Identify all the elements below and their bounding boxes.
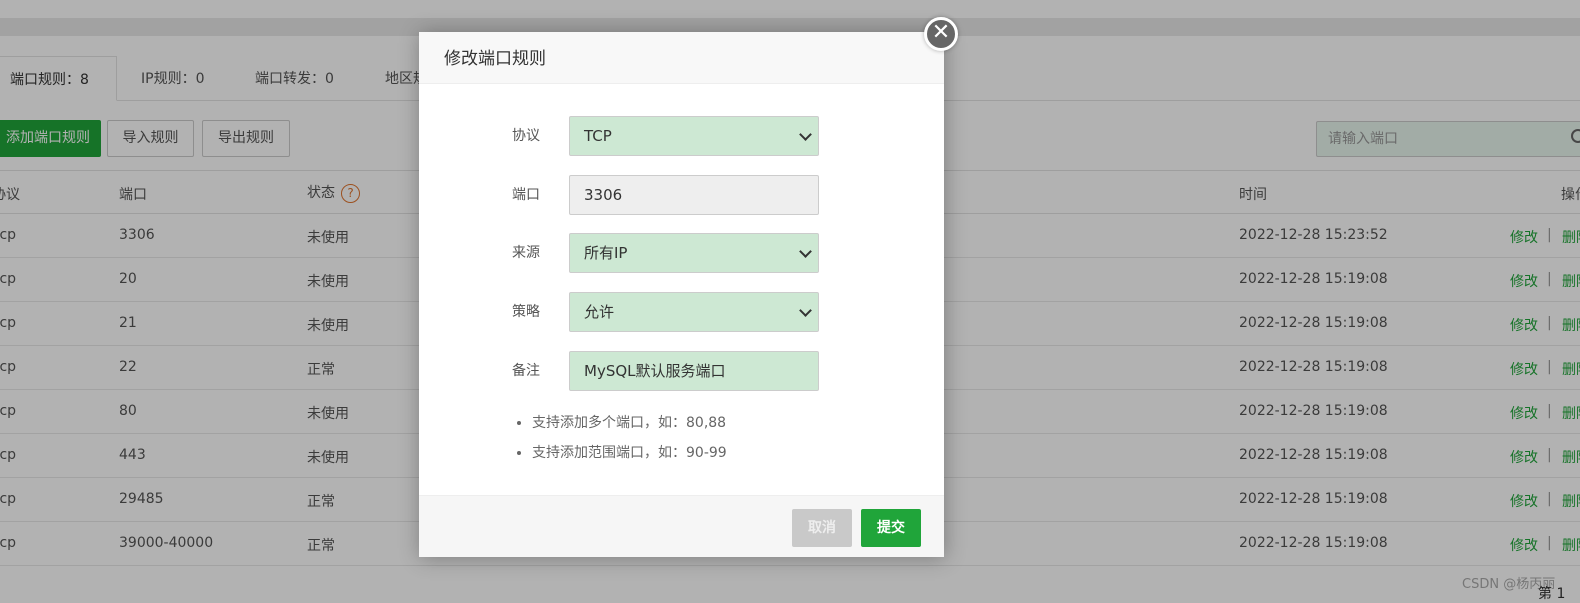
port-label: 端口 xyxy=(512,187,540,203)
tip-item: 支持添加多个端口，如：80,88 xyxy=(532,410,727,440)
note-row: 备注 MySQL默认服务端口 xyxy=(419,351,944,391)
edit-port-rule-dialog: 修改端口规则 协议 TCP 端口 3306 来源 所有IP 策略 允许 备注 M… xyxy=(419,32,944,557)
source-row: 来源 所有IP xyxy=(419,233,944,273)
protocol-value: TCP xyxy=(584,127,612,145)
note-input[interactable]: MySQL默认服务端口 xyxy=(569,351,819,391)
source-label: 来源 xyxy=(512,245,540,261)
protocol-label: 协议 xyxy=(512,128,540,144)
tips-list: 支持添加多个端口，如：80,88 支持添加范围端口，如：90-99 xyxy=(512,410,727,470)
dialog-footer: 取消 提交 xyxy=(419,495,944,557)
source-select[interactable]: 所有IP xyxy=(569,233,819,273)
policy-label: 策略 xyxy=(512,304,540,320)
dialog-title: 修改端口规则 xyxy=(419,32,944,84)
cancel-button[interactable]: 取消 xyxy=(792,509,852,547)
protocol-row: 协议 TCP xyxy=(419,116,944,156)
source-value: 所有IP xyxy=(584,244,628,262)
chevron-down-icon xyxy=(799,245,812,258)
policy-value: 允许 xyxy=(584,303,615,321)
policy-row: 策略 允许 xyxy=(419,292,944,332)
chevron-down-icon xyxy=(799,128,812,141)
port-row: 端口 3306 xyxy=(419,175,944,215)
protocol-select[interactable]: TCP xyxy=(569,116,819,156)
chevron-down-icon xyxy=(799,304,812,317)
note-label: 备注 xyxy=(512,363,540,379)
policy-select[interactable]: 允许 xyxy=(569,292,819,332)
port-input[interactable]: 3306 xyxy=(569,175,819,215)
close-icon[interactable]: ✕ xyxy=(924,17,958,51)
submit-button[interactable]: 提交 xyxy=(861,509,921,547)
tip-item: 支持添加范围端口，如：90-99 xyxy=(532,440,727,470)
